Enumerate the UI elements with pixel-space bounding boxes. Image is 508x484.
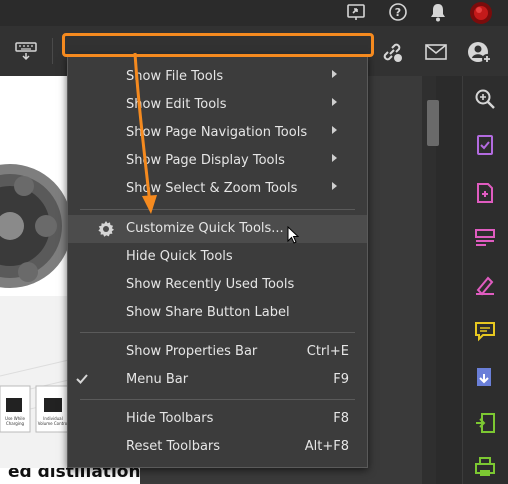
svg-text:?: ? <box>395 6 401 19</box>
sign-icon[interactable] <box>472 272 498 298</box>
menu-item-customize-quick-tools[interactable]: Customize Quick Tools... <box>68 215 367 243</box>
link-icon[interactable] <box>378 38 406 66</box>
quick-tools-highlight-box <box>62 33 374 57</box>
compress-icon[interactable] <box>472 410 498 436</box>
menu-item-hide-toolbars[interactable]: Hide Toolbars F8 <box>68 405 367 433</box>
help-icon[interactable]: ? <box>386 0 410 24</box>
share-screen-icon[interactable] <box>344 0 368 24</box>
form-check-icon[interactable] <box>472 132 498 158</box>
menu-item-show-file-tools[interactable]: Show File Tools <box>68 63 367 91</box>
mouse-cursor-icon <box>286 225 300 245</box>
print-icon[interactable] <box>472 454 498 480</box>
menu-separator <box>80 209 355 210</box>
menu-item-menu-bar[interactable]: Menu Bar F9 <box>68 366 367 394</box>
submenu-arrow-icon <box>332 98 337 106</box>
menu-separator <box>80 332 355 333</box>
toolbar-separator <box>52 38 53 64</box>
comment-icon[interactable] <box>472 318 498 344</box>
toolbar-context-menu: Show File Tools Show Edit Tools Show Pag… <box>67 55 368 468</box>
email-icon[interactable] <box>422 38 450 66</box>
export-icon[interactable] <box>472 364 498 390</box>
submenu-arrow-icon <box>332 154 337 162</box>
menu-separator <box>80 399 355 400</box>
menu-item-show-recently-used-tools[interactable]: Show Recently Used Tools <box>68 271 367 299</box>
bell-icon[interactable] <box>426 0 450 24</box>
menu-item-show-page-display-tools[interactable]: Show Page Display Tools <box>68 147 367 175</box>
menu-item-show-edit-tools[interactable]: Show Edit Tools <box>68 91 367 119</box>
scrollbar-thumb[interactable] <box>427 100 439 146</box>
menu-item-show-select-zoom-tools[interactable]: Show Select & Zoom Tools <box>68 175 367 203</box>
add-user-icon[interactable] <box>466 38 494 66</box>
zoom-icon[interactable] <box>472 86 498 112</box>
menu-item-reset-toolbars[interactable]: Reset Toolbars Alt+F8 <box>68 433 367 461</box>
gear-icon <box>96 219 116 239</box>
document-bottom-text: ed distillation <box>8 468 140 482</box>
menu-item-show-properties-bar[interactable]: Show Properties Bar Ctrl+E <box>68 338 367 366</box>
checkmark-icon <box>74 371 90 387</box>
keyboard-icon[interactable] <box>12 38 40 64</box>
submenu-arrow-icon <box>332 182 337 190</box>
submenu-arrow-icon <box>332 126 337 134</box>
organize-icon[interactable] <box>472 226 498 252</box>
caption-use-while-charging: Use While Charging <box>5 416 25 426</box>
menu-item-hide-quick-tools[interactable]: Hide Quick Tools <box>68 243 367 271</box>
caption-volume-control: Individual Volume Control <box>37 416 69 426</box>
create-pdf-icon[interactable] <box>472 180 498 206</box>
menu-item-show-share-button-label[interactable]: Show Share Button Label <box>68 299 367 327</box>
menu-item-show-page-navigation-tools[interactable]: Show Page Navigation Tools <box>68 119 367 147</box>
document-text-strip: ed distillation <box>0 468 140 484</box>
avatar[interactable] <box>468 0 494 26</box>
submenu-arrow-icon <box>332 70 337 78</box>
